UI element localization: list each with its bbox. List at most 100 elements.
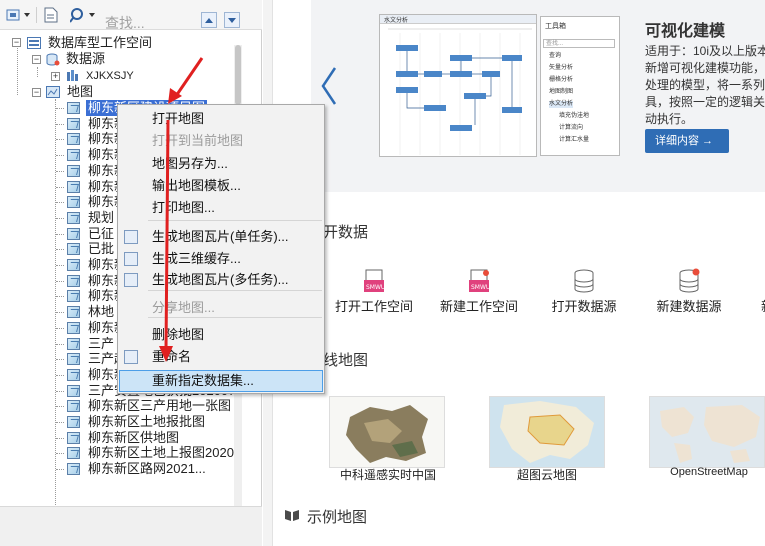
tree-line (56, 453, 64, 454)
search-input[interactable]: 查找... (105, 13, 145, 33)
menu-item[interactable]: 打开地图 (119, 108, 323, 130)
map-icon (67, 181, 80, 193)
menu-item[interactable]: 生成三维缓存... (119, 248, 323, 270)
map-icon (67, 228, 80, 240)
tree-node-label: 林地 (88, 304, 115, 319)
online-map-card[interactable] (489, 396, 605, 468)
tree-node-label: 柳东新区三产用地一张图 (88, 398, 232, 413)
menu-item[interactable]: 地图另存为... (119, 153, 323, 175)
open-workspace-icon: SMWU (361, 268, 387, 296)
menu-item[interactable]: 输出地图模板... (119, 175, 323, 197)
tree-line (56, 139, 64, 140)
menu-separator (148, 290, 322, 291)
menu-separator (148, 220, 322, 221)
tree-line (37, 67, 38, 77)
tree-line (56, 469, 64, 470)
thumb-toolbox-item: 矢量分析 (549, 65, 574, 71)
tile-icon (124, 230, 138, 244)
menu-item[interactable]: 打开到当前地图 (119, 130, 323, 152)
collapse-icon[interactable]: − (32, 88, 41, 97)
map-icon (67, 290, 80, 302)
new-datasource-icon (676, 268, 702, 296)
tree-line (56, 296, 64, 297)
thumb-toolbox-search: 查找... (543, 39, 615, 48)
menu-item[interactable]: 生成地图瓦片(多任务)... (119, 269, 323, 291)
tree-node-label: 规划 (88, 210, 115, 225)
map-icon (67, 275, 80, 287)
thumb-toolbox-item: 计算流向 (559, 125, 584, 131)
overflow-text: 新 (761, 296, 765, 315)
tree-line (56, 438, 64, 439)
tree-node-label: 三产 (88, 336, 115, 351)
online-map-label: 超图云地图 (516, 468, 577, 482)
menu-item[interactable]: 删除地图 (119, 324, 323, 346)
map-icon (67, 212, 80, 224)
tree-node-label: 柳东新区路网2021... (88, 461, 206, 476)
map-icon (67, 243, 80, 255)
online-maps-section-title: 线地图 (323, 352, 369, 369)
menu-item[interactable]: 分享地图... (119, 297, 323, 319)
workspace-icon (27, 37, 41, 49)
find-next-button[interactable] (224, 12, 240, 28)
map-icon (67, 338, 80, 350)
scrollbar-thumb[interactable] (235, 45, 241, 105)
online-map-card[interactable] (329, 396, 445, 468)
open-workspace-label: 打开工作空间 (334, 299, 413, 314)
tree-node-label: 柳东新区供地图 (88, 430, 180, 445)
detail-button[interactable]: 详细内容 → (645, 129, 729, 153)
tree-line (56, 155, 64, 156)
workspace-view-icon[interactable] (6, 7, 32, 23)
map-icon (67, 259, 80, 271)
menu-item[interactable]: 生成地图瓦片(单任务)... (119, 226, 323, 248)
search-icon[interactable] (69, 7, 98, 23)
collapse-icon[interactable]: − (12, 38, 21, 47)
tree-line (56, 281, 64, 282)
tree-line (56, 406, 64, 407)
tree-line (56, 391, 64, 392)
tile-icon (124, 252, 138, 266)
find-previous-button[interactable] (201, 12, 217, 28)
tree-line (56, 312, 64, 313)
example-maps-section-title: 示例地图 (307, 509, 368, 526)
book-icon (284, 508, 300, 525)
thumb-toolbox-title: 工具箱 (545, 23, 566, 30)
menu-item[interactable]: 重新指定数据集... (119, 370, 323, 392)
expand-icon[interactable]: + (51, 72, 60, 81)
tree-line (56, 108, 64, 109)
datasource-icon (46, 53, 60, 66)
thumb-toolbox-item: 栅格分析 (549, 77, 574, 83)
tree-node-label: 数据库型工作空间 (48, 35, 153, 50)
svg-text:SMWU: SMWU (366, 284, 385, 291)
menu-item[interactable]: 重命名 (119, 346, 323, 368)
tree-horizontal-scrollbar[interactable] (0, 506, 262, 546)
map-icon (67, 322, 80, 334)
tree-line (56, 234, 64, 235)
tree-node-label: 数据源 (66, 51, 106, 66)
tree-line (56, 422, 64, 423)
document-icon[interactable] (44, 7, 58, 23)
menu-item[interactable]: 打印地图... (119, 197, 323, 219)
thumb-toolbox-item: 地图制图 (549, 89, 574, 95)
start-page: 水文分析 工具箱 查找... 查询 矢量分析 栅格分析 地图制图 水文分析 填充… (263, 0, 765, 546)
map-icon (67, 118, 80, 130)
tree-line (56, 359, 64, 360)
rename-icon (124, 350, 138, 364)
tile-icon (124, 273, 138, 287)
map-icon (67, 463, 80, 475)
database-icon (67, 69, 81, 81)
collapse-icon[interactable]: − (32, 55, 41, 64)
tree-node-label: 柳东新区土地上报图2020 (88, 445, 234, 460)
tree-node-label: 已征 (88, 226, 115, 241)
toolbox-thumbnail: 工具箱 查找... 查询 矢量分析 栅格分析 地图制图 水文分析 填充伪洼地 计算流向 计算汇… (540, 16, 620, 156)
online-map-label: 中科遥感实时中国 (339, 468, 436, 482)
tree-line (56, 328, 64, 329)
tree-line (56, 218, 64, 219)
tree-node-label: 地图 (67, 84, 94, 99)
map-icon (67, 196, 80, 208)
thumb-toolbox-item: 填充伪洼地 (559, 113, 590, 119)
svg-text:SMWU: SMWU (471, 284, 490, 291)
chevron-left-icon[interactable] (317, 64, 341, 108)
banner-desc-line: 具，按照一定的逻辑关 (645, 95, 765, 109)
online-map-card[interactable] (649, 396, 765, 468)
model-diagram-thumbnail: 水文分析 (379, 14, 537, 157)
